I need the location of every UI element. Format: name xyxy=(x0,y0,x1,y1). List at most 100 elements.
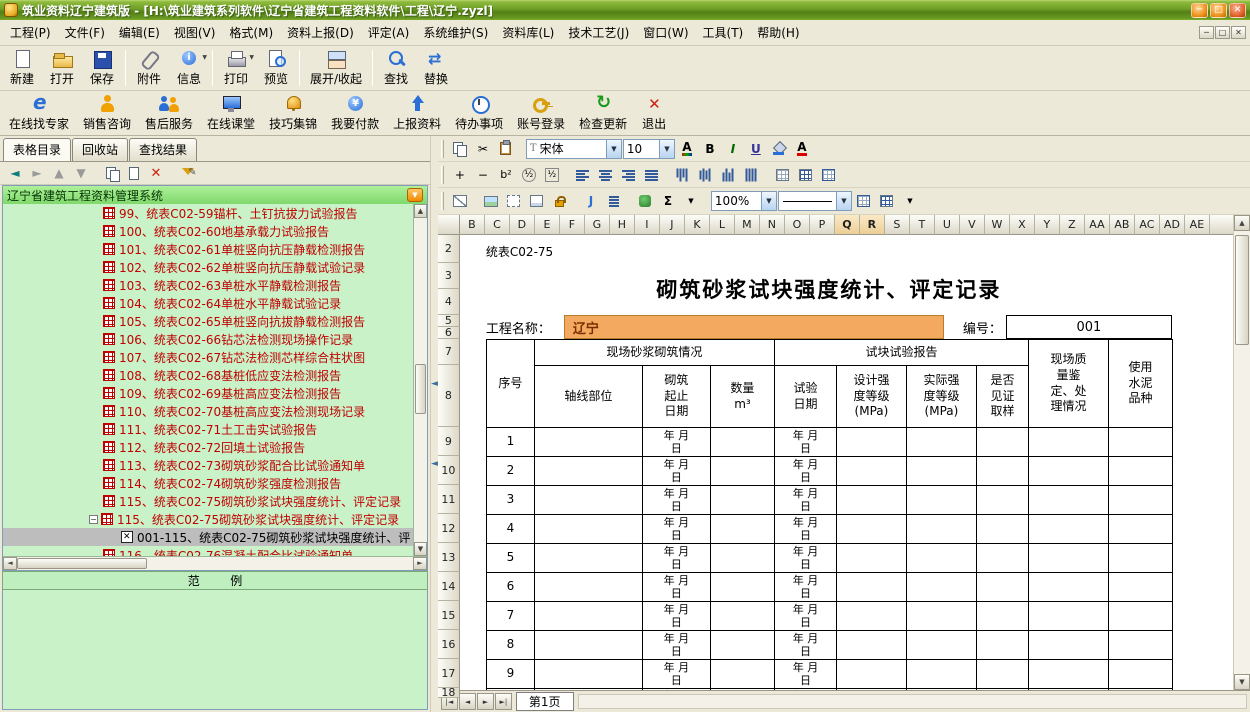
cell-qty-row2[interactable] xyxy=(710,457,774,486)
header-seq[interactable]: 序号 xyxy=(486,340,534,428)
collapse-arrow-icon-2[interactable]: ◄ xyxy=(431,459,438,469)
cell-axis-row9[interactable] xyxy=(534,660,642,689)
sidebar-tab-3[interactable]: 查找结果 xyxy=(129,138,197,161)
tree-item-2[interactable]: 100、统表C02-60地基承载力试验报告 xyxy=(3,222,413,240)
cell-actual-row-partial[interactable] xyxy=(906,689,976,691)
cell-build-date-row6[interactable]: 年 月日 xyxy=(642,573,710,602)
exit-button[interactable]: 退出 xyxy=(634,92,674,134)
cell-test-date-row8[interactable]: 年 月日 xyxy=(774,631,836,660)
cell-build-date-row2[interactable]: 年 月日 xyxy=(642,457,710,486)
cell-witness-row1[interactable] xyxy=(976,428,1028,457)
cell-test-date-row9[interactable]: 年 月日 xyxy=(774,660,836,689)
print-area-button[interactable] xyxy=(503,191,525,211)
cell-seq-row-partial[interactable] xyxy=(486,689,534,691)
cell-site-quality-row4[interactable] xyxy=(1028,515,1108,544)
cell-actual-row8[interactable] xyxy=(906,631,976,660)
update-button[interactable]: 检查更新 xyxy=(572,92,634,134)
cell-site-quality-row1[interactable] xyxy=(1028,428,1108,457)
tree-hscroll-track[interactable] xyxy=(147,557,413,570)
row-header-6[interactable]: 6 xyxy=(438,327,460,339)
cell-build-date-row3[interactable]: 年 月日 xyxy=(642,486,710,515)
cell-qty-row8[interactable] xyxy=(710,631,774,660)
tree-hscroll-thumb[interactable] xyxy=(17,558,147,569)
borders-dropdown[interactable]: ▼ xyxy=(899,191,921,211)
valign-top-button[interactable] xyxy=(672,165,694,185)
copy-button[interactable] xyxy=(449,139,471,159)
column-header-R[interactable]: R xyxy=(860,215,885,235)
nav-down-button[interactable]: ▼ xyxy=(71,163,91,183)
font-family-select[interactable]: T 宋体 ▼ xyxy=(526,139,622,159)
cell-test-date-row-partial[interactable]: 年 月日 xyxy=(774,689,836,691)
menu-item-6[interactable]: 资料上报(D) xyxy=(280,20,361,45)
header-qty[interactable]: 数量m³ xyxy=(710,366,774,428)
cell-axis-row7[interactable] xyxy=(534,602,642,631)
grid-all-borders-button[interactable] xyxy=(772,165,794,185)
cell-design-row5[interactable] xyxy=(836,544,906,573)
tree-item-5[interactable]: 103、统表C02-63单桩水平静载检测报告 xyxy=(3,276,413,294)
cell-actual-row2[interactable] xyxy=(906,457,976,486)
cell-qty-row1[interactable] xyxy=(710,428,774,457)
sidebar-tab-2[interactable]: 回收站 xyxy=(72,138,128,161)
close-button[interactable]: ✕ xyxy=(1229,3,1246,18)
fill-color-button[interactable] xyxy=(768,139,790,159)
print-dropdown-icon[interactable]: ▼ xyxy=(249,54,254,61)
cell-axis-row5[interactable] xyxy=(534,544,642,573)
new-node-button[interactable] xyxy=(124,163,144,183)
cell-seq-row2[interactable]: 2 xyxy=(486,457,534,486)
prev-sheet-button[interactable]: ◄ xyxy=(459,693,476,710)
tree-item-7[interactable]: 105、统表C02-65单桩竖向抗拔静载检测报告 xyxy=(3,312,413,330)
column-header-U[interactable]: U xyxy=(935,215,960,235)
column-header-H[interactable]: H xyxy=(610,215,635,235)
nav-forward-button[interactable]: ► xyxy=(27,163,47,183)
menu-item-11[interactable]: 窗口(W) xyxy=(636,20,695,45)
cell-site-quality-row8[interactable] xyxy=(1028,631,1108,660)
column-header-J[interactable]: J xyxy=(660,215,685,235)
tree-scroll-up-button[interactable]: ▲ xyxy=(414,204,427,218)
row-header-17[interactable]: 17 xyxy=(438,659,460,688)
cell-witness-row-partial[interactable] xyxy=(976,689,1028,691)
cell-design-row-partial[interactable] xyxy=(836,689,906,691)
header-site-quality[interactable]: 现场质量鉴定、处理情况 xyxy=(1028,340,1108,428)
sales-button[interactable]: 销售咨询 xyxy=(76,92,138,134)
editor-scroll-thumb[interactable] xyxy=(1235,235,1249,345)
row-header-13[interactable]: 13 xyxy=(438,543,460,572)
cell-cement-row6[interactable] xyxy=(1108,573,1172,602)
column-header-E[interactable]: E xyxy=(535,215,560,235)
font-size-arrow-icon[interactable]: ▼ xyxy=(659,140,674,158)
sheet-content[interactable]: 统表C02-75 砌筑砂浆试块强度统计、评定记录 工程名称： 辽宁 编号： 00… xyxy=(460,235,1233,690)
cell-test-date-row6[interactable]: 年 月日 xyxy=(774,573,836,602)
lock-cell-button[interactable] xyxy=(549,191,571,211)
row-header-9[interactable]: 9 xyxy=(438,427,460,456)
sheet-tab-page1[interactable]: 第1页 xyxy=(516,692,574,711)
delete-node-button[interactable]: ✕ xyxy=(146,163,166,183)
line-style-arrow-icon[interactable]: ▼ xyxy=(836,192,851,210)
valign-justify-button[interactable] xyxy=(741,165,763,185)
paste-button[interactable] xyxy=(495,139,517,159)
align-center-button[interactable] xyxy=(595,165,617,185)
info-dropdown-icon[interactable]: ▼ xyxy=(202,54,207,61)
cell-build-date-row-partial[interactable]: 年 月日 xyxy=(642,689,710,691)
cell-site-quality-row-partial[interactable] xyxy=(1028,689,1108,691)
cell-cement-row2[interactable] xyxy=(1108,457,1172,486)
row-header-12[interactable]: 12 xyxy=(438,514,460,543)
cell-seq-row9[interactable]: 9 xyxy=(486,660,534,689)
cell-actual-row1[interactable] xyxy=(906,428,976,457)
collapse-toggle-icon[interactable]: − xyxy=(89,515,98,524)
tree-item-15[interactable]: 113、统表C02-73砌筑砂浆配合比试验通知单 xyxy=(3,456,413,474)
minimize-button[interactable]: ─ xyxy=(1191,3,1208,18)
menu-item-9[interactable]: 资料库(L) xyxy=(495,20,561,45)
line-style-select[interactable]: ▼ xyxy=(778,191,852,211)
toolbar-grip-3[interactable] xyxy=(441,192,444,210)
tree-item-18[interactable]: −115、统表C02-75砌筑砂浆试块强度统计、评定记录 xyxy=(3,510,413,528)
column-header-Q[interactable]: Q xyxy=(835,215,860,235)
cell-build-date-row4[interactable]: 年 月日 xyxy=(642,515,710,544)
cell-design-row2[interactable] xyxy=(836,457,906,486)
cell-seq-row3[interactable]: 3 xyxy=(486,486,534,515)
row-header-7[interactable]: 7 xyxy=(438,339,460,365)
cell-qty-row4[interactable] xyxy=(710,515,774,544)
open-button[interactable]: 打开 xyxy=(42,47,82,89)
project-name-field[interactable]: 辽宁 xyxy=(564,315,944,339)
cell-test-date-row3[interactable]: 年 月日 xyxy=(774,486,836,515)
cell-qty-row7[interactable] xyxy=(710,602,774,631)
cell-seq-row5[interactable]: 5 xyxy=(486,544,534,573)
